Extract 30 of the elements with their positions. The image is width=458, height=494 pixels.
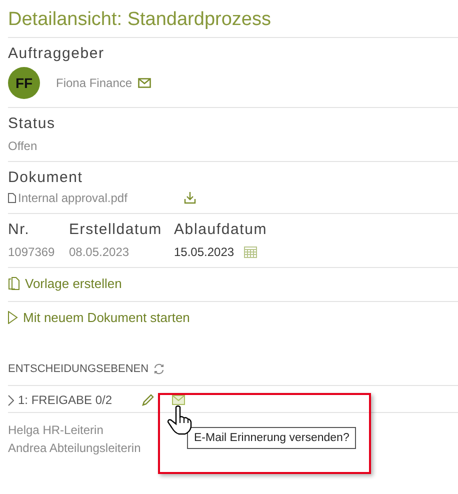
field-label: Erstelldatum <box>69 221 163 239</box>
action-link[interactable]: Vorlage erstellen <box>25 276 122 291</box>
field-label: Ablaufdatum <box>174 221 268 239</box>
mail-icon[interactable] <box>138 78 152 88</box>
field-value: 15.05.2023 <box>174 245 234 259</box>
field-value: 08.05.2023 <box>69 245 130 259</box>
page-title: Detailansicht: Standardprozess <box>8 0 458 38</box>
field-label: Nr. <box>8 221 31 239</box>
file-icon <box>8 193 16 203</box>
chevron-icon[interactable] <box>8 394 14 406</box>
tooltip: E-Mail Erinnerung versenden? <box>187 427 356 449</box>
avatar: FF <box>8 67 40 99</box>
action-link[interactable]: Mit neuem Dokument starten <box>23 310 190 325</box>
section-label: Dokument <box>8 169 84 187</box>
field-value: 1097369 <box>8 245 55 259</box>
status-value: Offen <box>8 139 38 153</box>
file-link[interactable]: Internal approval.pdf <box>18 191 182 205</box>
copy-icon <box>8 277 20 290</box>
client-name: Fiona Finance <box>56 76 132 90</box>
play-icon <box>8 311 18 324</box>
member-name: Andrea Abteilungsleiterin <box>8 440 141 457</box>
level-title[interactable]: 1: FREIGABE 0/2 <box>18 393 138 407</box>
download-icon[interactable] <box>184 192 196 204</box>
member-name: Helga HR-Leiterin <box>8 422 104 439</box>
section-label: Auftraggeber <box>8 45 106 63</box>
refresh-icon[interactable] <box>152 363 165 375</box>
section-heading: ENTSCHEIDUNGSEBENEN <box>8 363 149 375</box>
pencil-icon[interactable] <box>142 394 154 406</box>
hand-cursor-icon <box>167 405 193 435</box>
section-label: Status <box>8 115 56 133</box>
